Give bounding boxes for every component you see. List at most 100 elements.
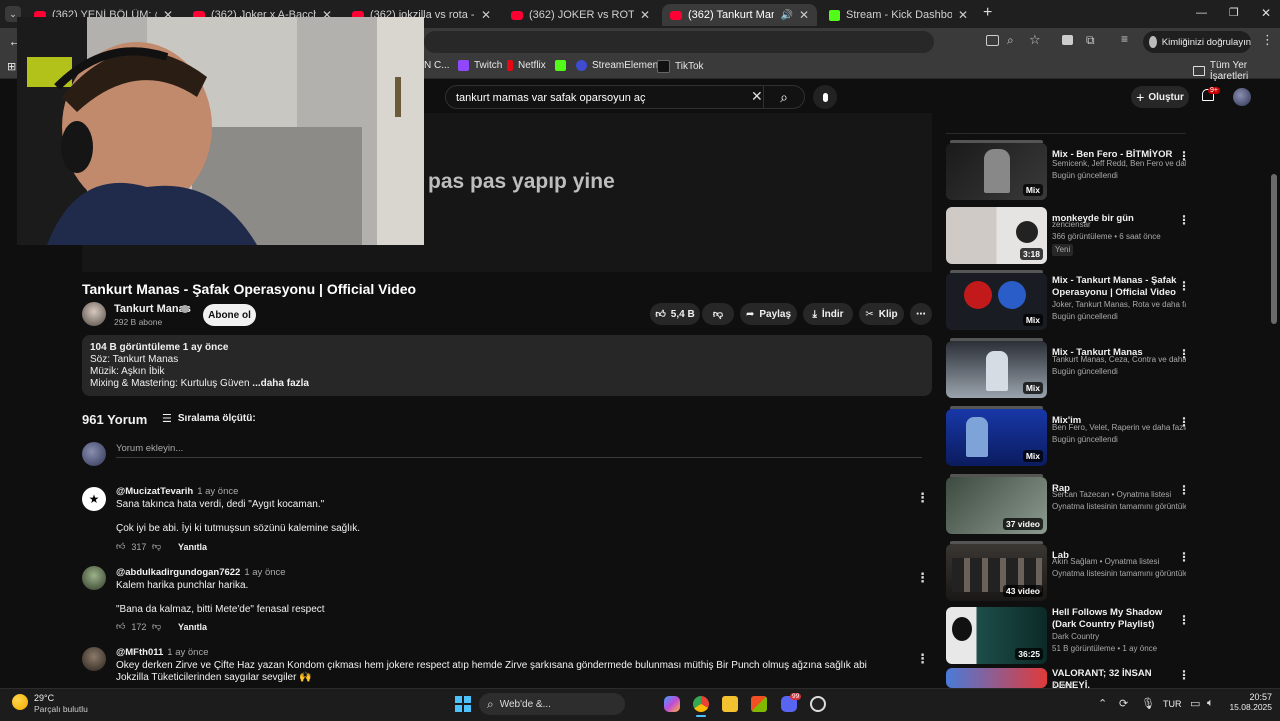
- recommendation-meta: Bugün güncellendi: [1052, 312, 1118, 321]
- chrome-icon[interactable]: [693, 696, 709, 712]
- recommendation-menu-icon[interactable]: ⋮: [1178, 668, 1186, 682]
- tray-app-icon[interactable]: ⟳: [1119, 697, 1128, 710]
- volume-icon[interactable]: 🔈︎: [1207, 697, 1214, 710]
- bookmark-kick[interactable]: [555, 60, 571, 71]
- browser-tab[interactable]: Stream - Kick Dashboard✕: [821, 4, 976, 26]
- weather-widget[interactable]: 29°C Parçalı bulutlu: [12, 692, 102, 716]
- search-input[interactable]: [454, 86, 748, 110]
- show-more-link[interactable]: ...daha fazla: [252, 378, 309, 389]
- close-tab-icon[interactable]: ✕: [481, 8, 491, 22]
- bookmark-tiktok[interactable]: TikTok: [657, 60, 704, 73]
- apps-grid-icon[interactable]: ⊞: [7, 60, 16, 73]
- subscribe-button[interactable]: Abone ol: [203, 304, 256, 326]
- bookmark-streamelements[interactable]: StreamElements: [576, 60, 666, 71]
- add-comment-input[interactable]: Yorum ekleyin...: [116, 443, 922, 458]
- copilot-icon[interactable]: [664, 696, 680, 712]
- sort-comments-button[interactable]: ☰ Sıralama ölçütü:: [162, 412, 256, 425]
- recommendation-menu-icon[interactable]: ⋮: [1178, 613, 1190, 627]
- comment-dislike-button[interactable]: 👎︎: [152, 621, 161, 632]
- reply-button[interactable]: Yanıtla: [178, 622, 207, 632]
- zoom-icon[interactable]: ⌕: [1007, 33, 1014, 48]
- recommendation-item[interactable]: Mix Mix'im Ben Fero, Velet, Raperin ve d…: [946, 406, 1190, 471]
- more-actions-button[interactable]: ⋯: [910, 303, 932, 325]
- commenter-avatar[interactable]: [82, 566, 106, 590]
- recommendation-menu-icon[interactable]: ⋮: [1178, 279, 1190, 293]
- minimize-icon[interactable]: —: [1196, 7, 1207, 19]
- obs-icon[interactable]: [810, 696, 826, 712]
- recommendation-menu-icon[interactable]: ⋮: [1178, 149, 1190, 163]
- bookmark-twitch[interactable]: Twitch: [458, 60, 502, 71]
- comment-author[interactable]: @abdulkadirgundogan7622 1 ay önce: [116, 567, 286, 578]
- account-avatar[interactable]: [1233, 88, 1251, 106]
- puzzle-extensions-icon[interactable]: ⧉: [1086, 33, 1095, 48]
- speaker-icon[interactable]: 🔊: [780, 10, 792, 21]
- comment-author[interactable]: @MFth011 1 ay önce: [116, 647, 208, 658]
- input-language[interactable]: TUR: [1163, 699, 1182, 709]
- dislike-button[interactable]: 👎︎: [702, 303, 734, 325]
- recommendation-item[interactable]: 36:25 Hell Follows My Shadow (Dark Count…: [946, 607, 1190, 669]
- video-description[interactable]: 104 B görüntüleme 1 ay önce Söz: Tankurt…: [82, 335, 932, 396]
- recommendation-meta: Sercan Tazecan • Oynatma listesi: [1052, 490, 1172, 499]
- extension-icon[interactable]: [1062, 35, 1073, 45]
- comment-author[interactable]: @MucizatTevarih 1 ay önce: [116, 486, 238, 497]
- close-tab-icon[interactable]: ✕: [799, 8, 809, 22]
- recommendation-menu-icon[interactable]: ⋮: [1178, 213, 1190, 227]
- reply-button[interactable]: Yanıtla: [178, 542, 207, 552]
- recommendation-menu-icon[interactable]: ⋮: [1178, 550, 1190, 564]
- bookmark-star-icon[interactable]: ☆: [1029, 32, 1041, 48]
- all-bookmarks-folder[interactable]: Tüm Yer İşaretleri: [1193, 60, 1280, 82]
- microphone-tray-icon[interactable]: 🎙︎: [1141, 697, 1155, 710]
- windows-start-icon[interactable]: [455, 696, 471, 712]
- bookmark-netflix[interactable]: Netflix: [507, 60, 546, 71]
- commenter-avatar[interactable]: ★: [82, 487, 106, 511]
- recommendation-item[interactable]: Mix Mix - Tankurt Manas Tankurt Manas, C…: [946, 338, 1190, 403]
- profile-verify-button[interactable]: Kimliğinizi doğrulayın: [1143, 31, 1251, 53]
- channel-avatar[interactable]: [82, 302, 106, 326]
- browser-menu-icon[interactable]: ⋮: [1261, 32, 1274, 48]
- comment-like-button[interactable]: 👍︎ 317: [116, 541, 146, 552]
- recommendation-item[interactable]: 3:18 monkeyde bir gün zenciensar 366 gör…: [946, 207, 1190, 269]
- share-button[interactable]: ➦ Paylaş: [740, 303, 797, 325]
- voice-search-button[interactable]: [813, 85, 837, 109]
- recommendation-menu-icon[interactable]: ⋮: [1178, 347, 1190, 361]
- close-tab-icon[interactable]: ✕: [958, 8, 968, 22]
- comment-dislike-button[interactable]: 👎︎: [152, 541, 161, 552]
- recommendation-item[interactable]: Mix Mix - Tankurt Manas - Şafak Operasyo…: [946, 270, 1190, 335]
- microsoft-store-icon[interactable]: [751, 696, 767, 712]
- recommendation-item[interactable]: 37 video Rap Sercan Tazecan • Oynatma li…: [946, 474, 1190, 539]
- file-explorer-icon[interactable]: [722, 696, 738, 712]
- download-button[interactable]: ⤓ İndir: [803, 303, 853, 325]
- star-logo-icon: ★: [88, 492, 100, 506]
- comment-like-button[interactable]: 👍︎ 172: [116, 621, 146, 632]
- recommendation-item[interactable]: VALORANT; 32 İNSAN DENEYİ. Kyrex ⋮: [946, 668, 1186, 688]
- install-app-icon[interactable]: [986, 35, 999, 46]
- search-button[interactable]: ⌕: [763, 86, 804, 108]
- browser-tab[interactable]: (362) JOKER vs ROTA - Tüm De✕: [503, 4, 658, 26]
- taskbar-search-box[interactable]: ⌕ Web'de &...: [479, 693, 625, 715]
- tray-overflow-icon[interactable]: ⌃: [1098, 697, 1107, 710]
- browser-tab-active[interactable]: (362) Tankurt Manas - Şafak🔊✕: [662, 4, 817, 26]
- new-tab-button[interactable]: +: [983, 4, 992, 22]
- close-window-icon[interactable]: ✕: [1261, 6, 1271, 20]
- close-tab-icon[interactable]: ✕: [640, 8, 650, 22]
- network-icon[interactable]: ▭: [1190, 697, 1200, 710]
- comment-menu-icon[interactable]: ⋮: [916, 570, 929, 586]
- recommendation-item[interactable]: 43 video Lab Akın Sağlam • Oynatma liste…: [946, 541, 1190, 606]
- recommendation-menu-icon[interactable]: ⋮: [1178, 415, 1190, 429]
- clear-search-icon[interactable]: ✕: [751, 88, 763, 105]
- commenter-avatar[interactable]: [82, 647, 106, 671]
- channel-name[interactable]: Tankurt Manas: [114, 303, 191, 315]
- create-button[interactable]: + Oluştur: [1131, 86, 1189, 108]
- comment-menu-icon[interactable]: ⋮: [916, 490, 929, 506]
- bookmark-item[interactable]: N C...: [424, 60, 450, 71]
- address-bar[interactable]: [424, 31, 934, 53]
- reading-list-icon[interactable]: ≡: [1121, 32, 1128, 46]
- page-scrollbar[interactable]: [1271, 174, 1277, 324]
- restore-icon[interactable]: ❐: [1229, 6, 1239, 19]
- recommendation-menu-icon[interactable]: ⋮: [1178, 483, 1190, 497]
- recommendation-item[interactable]: Mix Mix - Ben Fero - BİTMİYOR Semicenk, …: [946, 140, 1190, 205]
- comment-menu-icon[interactable]: ⋮: [916, 651, 929, 667]
- clip-button[interactable]: ✂ Klip: [859, 303, 904, 325]
- clock[interactable]: 20:57 15.08.2025: [1226, 692, 1272, 712]
- like-button[interactable]: 👍︎ 5,4 B: [650, 303, 700, 325]
